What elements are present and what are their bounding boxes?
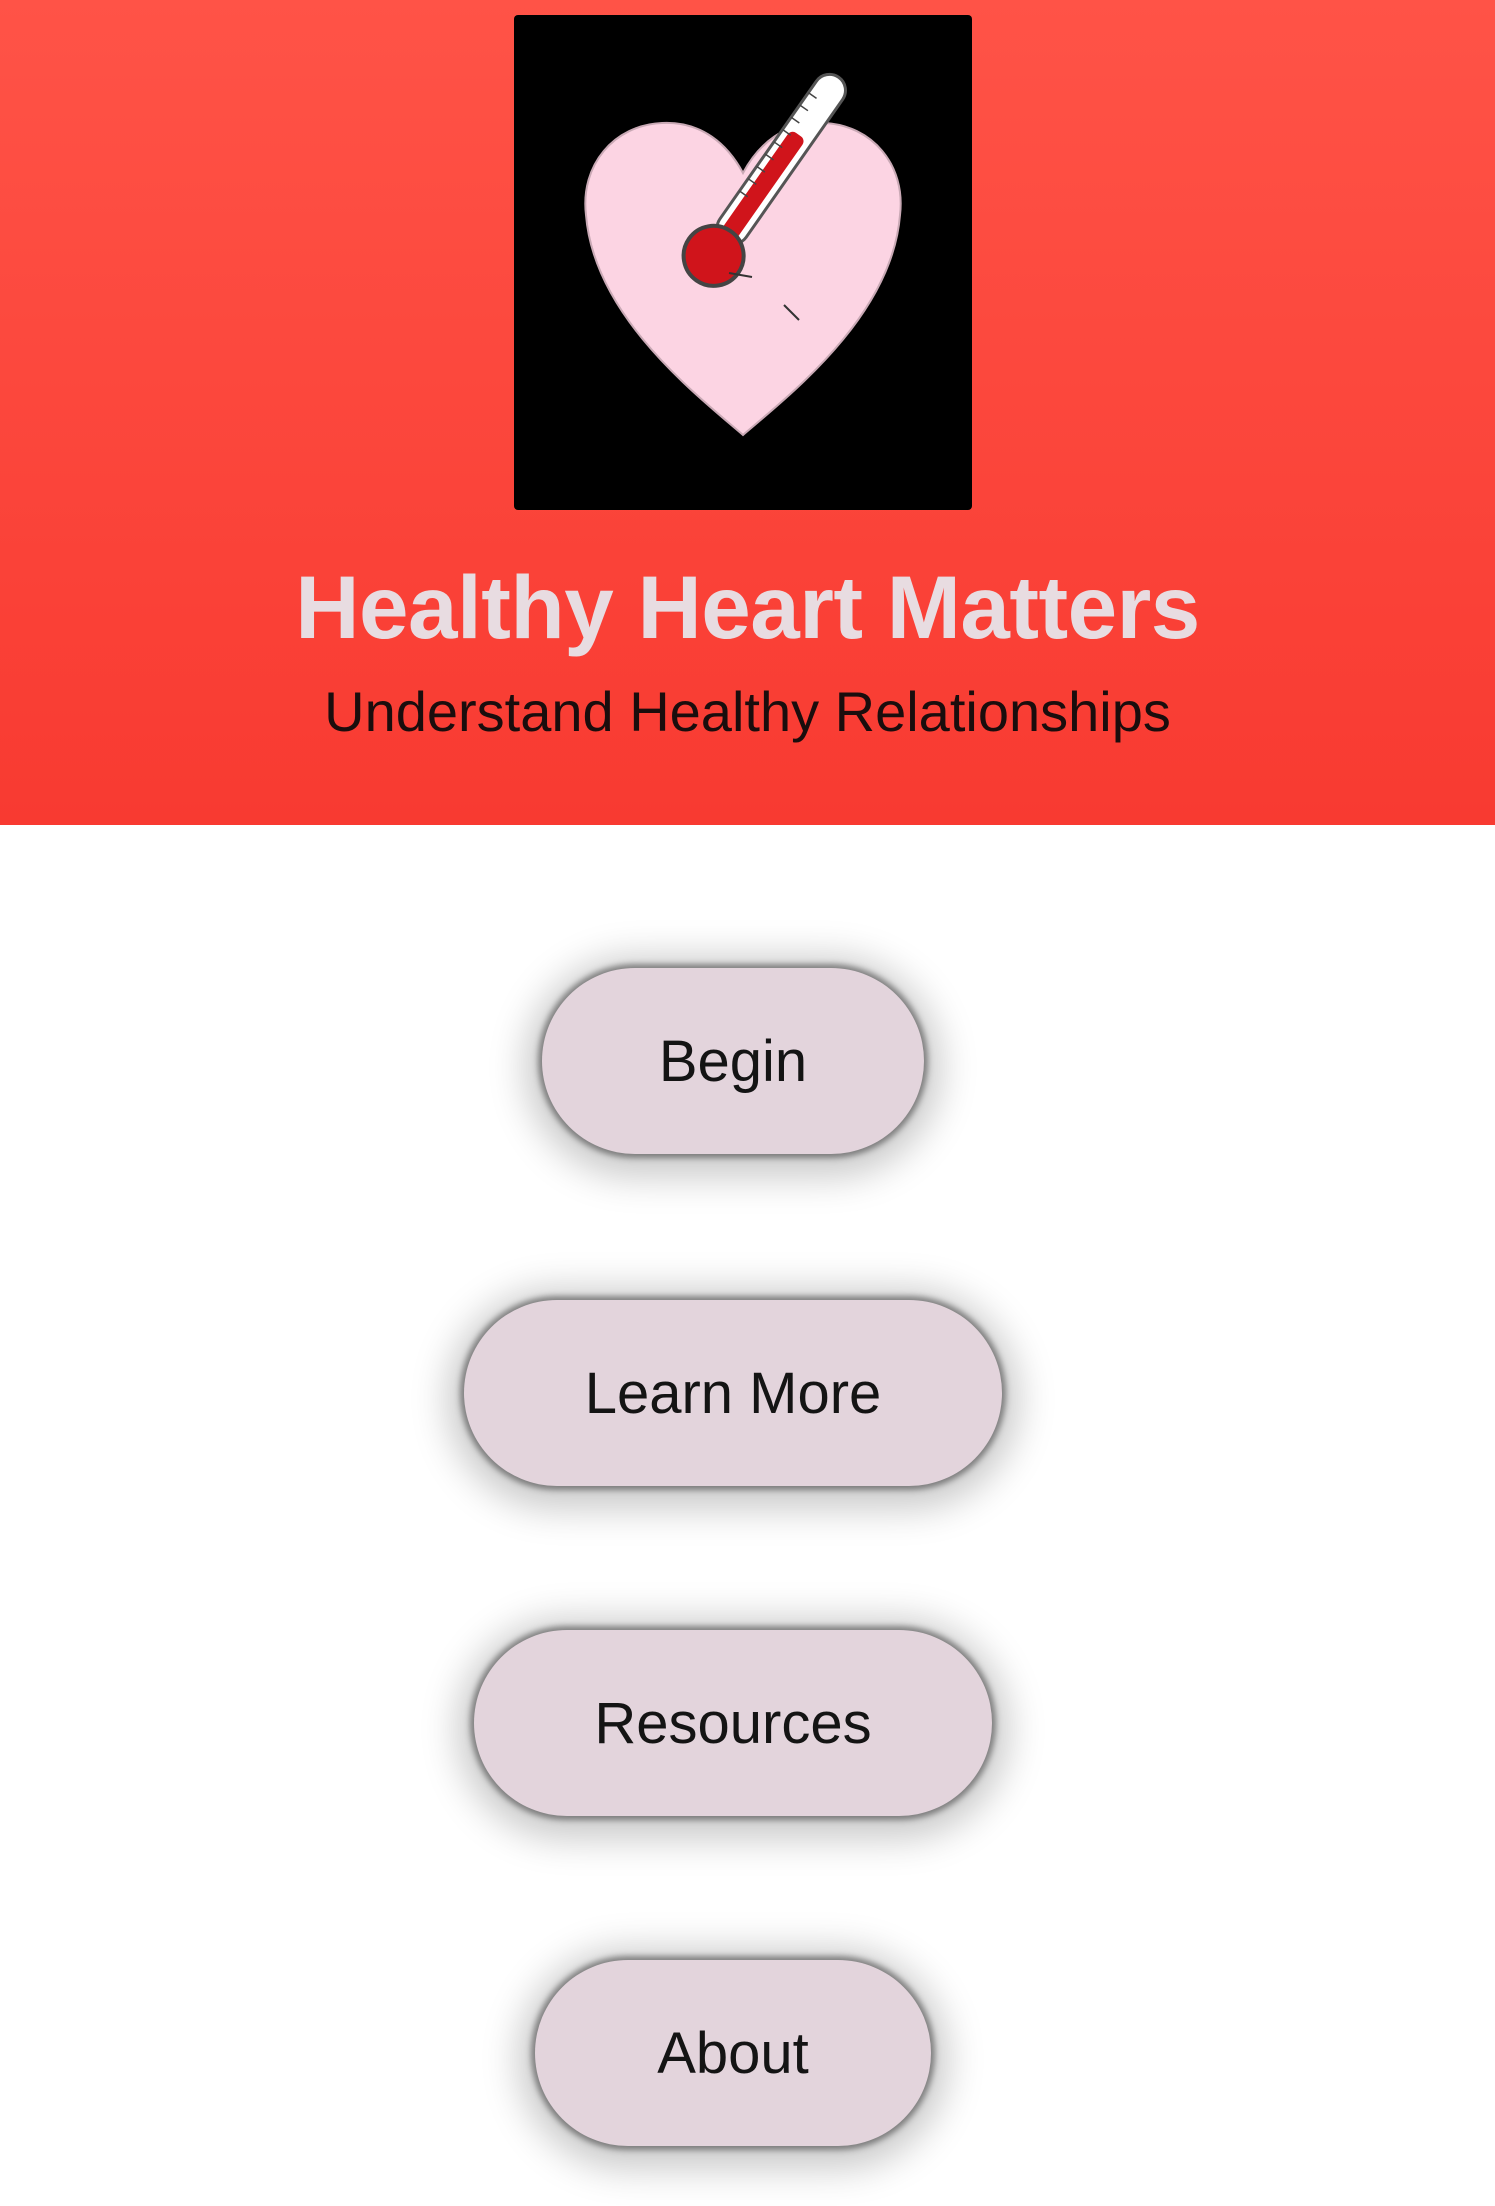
header-banner: Healthy Heart Matters Understand Healthy…	[0, 0, 1495, 825]
app-subtitle: Understand Healthy Relationships	[324, 680, 1171, 743]
begin-button[interactable]: Begin	[542, 968, 924, 1154]
resources-button[interactable]: Resources	[474, 1630, 992, 1816]
heart-thermometer-icon	[584, 72, 902, 437]
about-button[interactable]: About	[535, 1960, 931, 2146]
app-title: Healthy Heart Matters	[295, 557, 1200, 657]
heart-shape	[584, 121, 902, 437]
learn-more-button[interactable]: Learn More	[464, 1300, 1002, 1486]
app-logo	[514, 15, 972, 510]
home-screen: Healthy Heart Matters Understand Healthy…	[0, 0, 1495, 2206]
